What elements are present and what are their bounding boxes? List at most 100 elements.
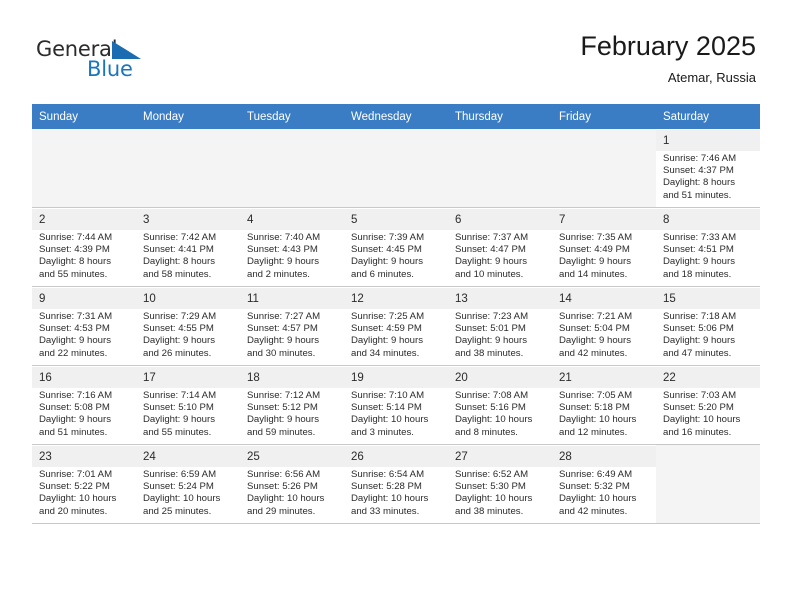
sunset-text: Sunset: 4:43 PM bbox=[247, 244, 318, 256]
sunrise-text: Sunrise: 7:05 AM bbox=[559, 390, 633, 401]
sunset-text: Sunset: 5:24 PM bbox=[143, 481, 214, 493]
daylight-text-line2: and 55 minutes. bbox=[143, 426, 212, 438]
calendar-day-cell[interactable]: 22 Sunrise: 7:03 AM Sunset: 5:20 PM Dayligh… bbox=[656, 365, 760, 445]
calendar-day-cell[interactable]: 8 Sunrise: 7:33 AM Sunset: 4:51 PM Daylight… bbox=[656, 207, 760, 287]
sunrise-text: Sunrise: 7:31 AM bbox=[39, 311, 113, 322]
calendar-day-cell[interactable]: 2 Sunrise: 7:44 AM Sunset: 4:39 PM Daylight… bbox=[32, 207, 136, 287]
calendar-day-cell[interactable]: 15 Sunrise: 7:18 AM Sunset: 5:06 PM Dayligh… bbox=[656, 286, 760, 366]
day-details: Sunrise: 7:21 AM Sunset: 5:04 PM Daylight:… bbox=[552, 309, 656, 360]
day-number: 24 bbox=[136, 445, 240, 467]
sunset-text: Sunset: 4:49 PM bbox=[559, 244, 630, 256]
sunrise-text: Sunrise: 7:42 AM bbox=[143, 232, 217, 243]
calendar-day-cell[interactable]: 27 Sunrise: 6:52 AM Sunset: 5:30 PM Dayligh… bbox=[448, 444, 552, 524]
sunset-text: Sunset: 4:47 PM bbox=[455, 244, 526, 256]
day-cell-inner: 8 Sunrise: 7:33 AM Sunset: 4:51 PM Daylight… bbox=[656, 208, 760, 286]
daylight-text-line2: and 33 minutes. bbox=[351, 505, 420, 517]
calendar-day-cell[interactable]: 11 Sunrise: 7:27 AM Sunset: 4:57 PM Dayligh… bbox=[240, 286, 344, 366]
day-cell-inner: 15 Sunrise: 7:18 AM Sunset: 5:06 PM Dayligh… bbox=[656, 287, 760, 365]
calendar-day-cell[interactable]: 13 Sunrise: 7:23 AM Sunset: 5:01 PM Dayligh… bbox=[448, 286, 552, 366]
calendar-day-cell[interactable]: 24 Sunrise: 6:59 AM Sunset: 5:24 PM Dayligh… bbox=[136, 444, 240, 524]
calendar-day-cell[interactable]: 20 Sunrise: 7:08 AM Sunset: 5:16 PM Dayligh… bbox=[448, 365, 552, 445]
weekday-header-thursday: Thursday bbox=[448, 104, 552, 129]
calendar-week-row: 9 Sunrise: 7:31 AM Sunset: 4:53 PM Daylight… bbox=[32, 286, 760, 366]
daylight-text-line1: Daylight: 9 hours bbox=[351, 256, 423, 268]
calendar-day-cell[interactable]: 4 Sunrise: 7:40 AM Sunset: 4:43 PM Daylight… bbox=[240, 207, 344, 287]
calendar-day-cell[interactable]: 16 Sunrise: 7:16 AM Sunset: 5:08 PM Dayligh… bbox=[32, 365, 136, 445]
calendar-day-cell[interactable]: 3 Sunrise: 7:42 AM Sunset: 4:41 PM Daylight… bbox=[136, 207, 240, 287]
daylight-text-line1: Daylight: 9 hours bbox=[455, 256, 527, 268]
daylight-text-line2: and 58 minutes. bbox=[143, 268, 212, 280]
day-details: Sunrise: 7:23 AM Sunset: 5:01 PM Daylight:… bbox=[448, 309, 552, 360]
daylight-text-line2: and 16 minutes. bbox=[663, 426, 732, 438]
day-cell-inner: 6 Sunrise: 7:37 AM Sunset: 4:47 PM Daylight… bbox=[448, 208, 552, 286]
weekday-header-tuesday: Tuesday bbox=[240, 104, 344, 129]
daylight-text-line1: Daylight: 9 hours bbox=[143, 335, 215, 347]
empty-cell-inner bbox=[240, 129, 344, 207]
empty-cell-inner bbox=[656, 445, 760, 523]
calendar-cell-empty bbox=[552, 129, 656, 208]
calendar-day-cell[interactable]: 5 Sunrise: 7:39 AM Sunset: 4:45 PM Daylight… bbox=[344, 207, 448, 287]
day-cell-inner: 5 Sunrise: 7:39 AM Sunset: 4:45 PM Daylight… bbox=[344, 208, 448, 286]
logo-text-blue: Blue bbox=[87, 57, 133, 81]
sunset-text: Sunset: 5:20 PM bbox=[663, 402, 734, 414]
calendar-day-cell[interactable]: 1 Sunrise: 7:46 AM Sunset: 4:37 PM Daylight… bbox=[656, 129, 760, 208]
day-number: 17 bbox=[136, 366, 240, 388]
calendar-day-cell[interactable]: 6 Sunrise: 7:37 AM Sunset: 4:47 PM Daylight… bbox=[448, 207, 552, 287]
calendar-day-cell[interactable]: 23 Sunrise: 7:01 AM Sunset: 5:22 PM Dayligh… bbox=[32, 444, 136, 524]
general-blue-logo[interactable]: General Blue bbox=[36, 38, 166, 84]
calendar-week-row: 23 Sunrise: 7:01 AM Sunset: 5:22 PM Dayligh… bbox=[32, 444, 760, 524]
day-number: 18 bbox=[240, 366, 344, 388]
daylight-text-line1: Daylight: 10 hours bbox=[663, 414, 741, 426]
page-title: February 2025 bbox=[580, 31, 756, 61]
calendar-day-cell[interactable]: 19 Sunrise: 7:10 AM Sunset: 5:14 PM Dayligh… bbox=[344, 365, 448, 445]
empty-cell-inner bbox=[552, 129, 656, 207]
daylight-text-line1: Daylight: 10 hours bbox=[143, 493, 221, 505]
sunrise-text: Sunrise: 7:08 AM bbox=[455, 390, 529, 401]
weekday-header-saturday: Saturday bbox=[656, 104, 760, 129]
calendar-day-cell[interactable]: 9 Sunrise: 7:31 AM Sunset: 4:53 PM Daylight… bbox=[32, 286, 136, 366]
sunrise-text: Sunrise: 7:33 AM bbox=[663, 232, 737, 243]
daylight-text-line1: Daylight: 10 hours bbox=[351, 493, 429, 505]
calendar-day-cell[interactable]: 25 Sunrise: 6:56 AM Sunset: 5:26 PM Dayligh… bbox=[240, 444, 344, 524]
sunrise-text: Sunrise: 7:39 AM bbox=[351, 232, 425, 243]
sunset-text: Sunset: 5:28 PM bbox=[351, 481, 422, 493]
calendar-day-cell[interactable]: 17 Sunrise: 7:14 AM Sunset: 5:10 PM Dayligh… bbox=[136, 365, 240, 445]
sunset-text: Sunset: 5:06 PM bbox=[663, 323, 734, 335]
calendar-day-cell[interactable]: 7 Sunrise: 7:35 AM Sunset: 4:49 PM Daylight… bbox=[552, 207, 656, 287]
sunset-text: Sunset: 5:18 PM bbox=[559, 402, 630, 414]
daylight-text-line1: Daylight: 10 hours bbox=[39, 493, 117, 505]
calendar-day-cell[interactable]: 26 Sunrise: 6:54 AM Sunset: 5:28 PM Dayligh… bbox=[344, 444, 448, 524]
day-cell-inner: 28 Sunrise: 6:49 AM Sunset: 5:32 PM Dayligh… bbox=[552, 445, 656, 523]
daylight-text-line1: Daylight: 9 hours bbox=[247, 335, 319, 347]
daylight-text-line2: and 22 minutes. bbox=[39, 347, 108, 359]
sunrise-text: Sunrise: 7:25 AM bbox=[351, 311, 425, 322]
sunrise-text: Sunrise: 7:23 AM bbox=[455, 311, 529, 322]
calendar-day-cell[interactable]: 28 Sunrise: 6:49 AM Sunset: 5:32 PM Dayligh… bbox=[552, 444, 656, 524]
day-details: Sunrise: 7:39 AM Sunset: 4:45 PM Daylight:… bbox=[344, 230, 448, 281]
day-details: Sunrise: 7:25 AM Sunset: 4:59 PM Daylight:… bbox=[344, 309, 448, 360]
sunset-text: Sunset: 5:10 PM bbox=[143, 402, 214, 414]
day-number: 23 bbox=[32, 445, 136, 467]
daylight-text-line2: and 47 minutes. bbox=[663, 347, 732, 359]
sunrise-text: Sunrise: 7:27 AM bbox=[247, 311, 321, 322]
day-number: 12 bbox=[344, 287, 448, 309]
day-number: 10 bbox=[136, 287, 240, 309]
day-number: 8 bbox=[656, 208, 760, 230]
day-number: 26 bbox=[344, 445, 448, 467]
calendar-day-cell[interactable]: 12 Sunrise: 7:25 AM Sunset: 4:59 PM Dayligh… bbox=[344, 286, 448, 366]
sunset-text: Sunset: 5:01 PM bbox=[455, 323, 526, 335]
sunrise-text: Sunrise: 7:44 AM bbox=[39, 232, 113, 243]
day-details: Sunrise: 6:52 AM Sunset: 5:30 PM Daylight:… bbox=[448, 467, 552, 518]
day-details: Sunrise: 7:14 AM Sunset: 5:10 PM Daylight:… bbox=[136, 388, 240, 439]
day-cell-inner: 27 Sunrise: 6:52 AM Sunset: 5:30 PM Dayligh… bbox=[448, 445, 552, 523]
calendar-cell-empty bbox=[344, 129, 448, 208]
day-cell-inner: 26 Sunrise: 6:54 AM Sunset: 5:28 PM Dayligh… bbox=[344, 445, 448, 523]
calendar-day-cell[interactable]: 14 Sunrise: 7:21 AM Sunset: 5:04 PM Dayligh… bbox=[552, 286, 656, 366]
day-cell-inner: 23 Sunrise: 7:01 AM Sunset: 5:22 PM Dayligh… bbox=[32, 445, 136, 523]
day-number: 27 bbox=[448, 445, 552, 467]
calendar-day-cell[interactable]: 18 Sunrise: 7:12 AM Sunset: 5:12 PM Dayligh… bbox=[240, 365, 344, 445]
day-details: Sunrise: 7:05 AM Sunset: 5:18 PM Daylight:… bbox=[552, 388, 656, 439]
daylight-text-line1: Daylight: 9 hours bbox=[247, 256, 319, 268]
calendar-day-cell[interactable]: 21 Sunrise: 7:05 AM Sunset: 5:18 PM Dayligh… bbox=[552, 365, 656, 445]
calendar-day-cell[interactable]: 10 Sunrise: 7:29 AM Sunset: 4:55 PM Dayligh… bbox=[136, 286, 240, 366]
